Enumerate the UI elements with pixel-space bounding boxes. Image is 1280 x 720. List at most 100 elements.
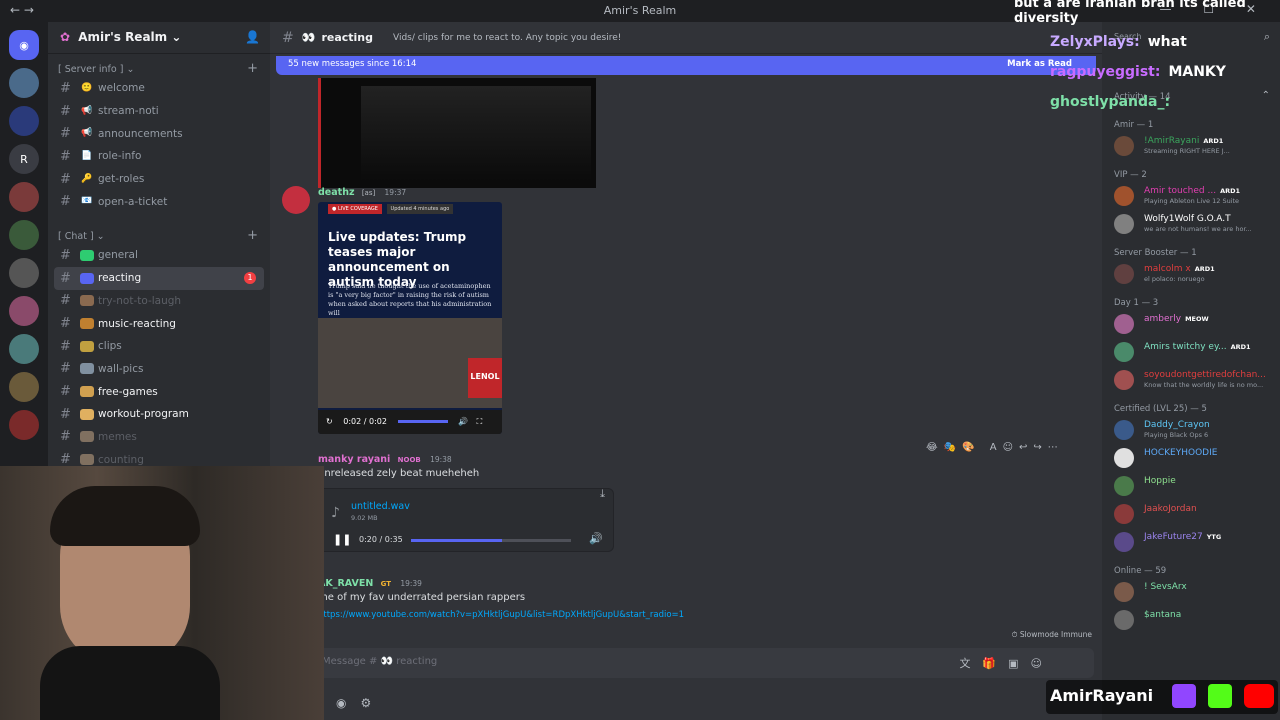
search-icon[interactable]: ⌕ — [1264, 30, 1270, 44]
server-icon[interactable] — [9, 296, 39, 326]
news-video-embed[interactable]: ● LIVE COVERAGE Updated 4 minutes ago Li… — [318, 202, 502, 434]
volume-icon[interactable]: 🔊 — [458, 417, 468, 426]
pause-icon[interactable]: ❚❚ — [333, 533, 351, 546]
member-item[interactable]: soyoudontgettiredofchan... Know that the … — [1114, 370, 1274, 392]
role-group-label: Day 1 — 3 — [1114, 298, 1159, 308]
channel-emoji-icon: 🙂 — [81, 82, 93, 93]
channel-reacting[interactable]: # reacting 1 — [54, 266, 264, 290]
video-progress[interactable] — [397, 420, 448, 423]
channel-label: open-a-ticket — [98, 195, 168, 208]
server-icon[interactable] — [9, 220, 39, 250]
avatar — [1114, 610, 1134, 630]
member-item[interactable]: HOCKEYHOODIE — [1114, 448, 1274, 470]
add-channel-icon[interactable]: + — [247, 61, 258, 76]
message-actions-toolbar[interactable]: 😂🎭🎨 A☺↩↪⋯ — [926, 442, 1086, 462]
member-item[interactable]: Wolfy1Wolf G.O.A.T we are not humans! we … — [1114, 214, 1274, 236]
member-item[interactable]: !AmirRayani ARD1 Streaming RIGHT HERE J... — [1114, 136, 1274, 158]
channel-stream-noti[interactable]: # 📢 stream-noti — [54, 100, 264, 123]
channel-free-games[interactable]: # free-games — [54, 380, 264, 403]
channel-general[interactable]: # general — [54, 244, 264, 267]
message-author[interactable]: manky rayani NOOB 19:38 — [318, 454, 452, 465]
category-server-info[interactable]: [ Server info ] ⌄ + — [48, 54, 270, 77]
server-icon[interactable] — [9, 68, 39, 98]
download-icon[interactable]: ⤓ — [600, 487, 605, 501]
channel-label: wall-pics — [98, 362, 144, 375]
member-item[interactable]: Hoppie — [1114, 476, 1274, 498]
server-icon[interactable] — [9, 258, 39, 288]
avatar — [1114, 264, 1134, 284]
channel-open-a-ticket[interactable]: # 📧 open-a-ticket — [54, 190, 264, 213]
channel-emoji-icon: 📄 — [81, 150, 93, 161]
server-icon[interactable] — [9, 410, 39, 440]
input-action-icons[interactable]: 文🎁▣☺ — [959, 655, 1054, 671]
chat-username: ghostlypanda_: — [1050, 94, 1171, 110]
message-input[interactable]: Message # 👀 reacting 文🎁▣☺ — [318, 648, 1094, 678]
brand-banner: AmirRayani — [1046, 680, 1278, 714]
hash-icon: # — [60, 148, 71, 164]
message-link[interactable]: https://www.youtube.com/watch?v=pXHktljG… — [318, 610, 684, 620]
bottom-bar-icons[interactable]: ◉⚙ — [336, 696, 385, 710]
role-group-label: Server Booster — 1 — [1114, 248, 1197, 258]
discord-home-icon[interactable]: ◉ — [9, 30, 39, 60]
channel-announcements[interactable]: # 📢 announcements — [54, 122, 264, 145]
channel-wall-pics[interactable]: # wall-pics — [54, 358, 264, 381]
message-author[interactable]: deathz [as] 19:37 — [318, 187, 406, 198]
channel-workout-program[interactable]: # workout-program — [54, 403, 264, 426]
member-item[interactable]: Amir touched ... ARD1 Playing Ableton Live… — [1114, 186, 1274, 208]
channel-emoji-icon — [80, 363, 94, 375]
member-item[interactable]: JakeFuture27 YTG — [1114, 532, 1274, 554]
eyes-emoji-icon: 👀 — [301, 31, 316, 44]
member-item[interactable]: $antana — [1114, 610, 1274, 632]
member-item[interactable]: Amirs twitchy ey... ARD1 — [1114, 342, 1274, 364]
audio-attachment[interactable]: ♪ untitled.wav 9.02 MB ⤓ ❚❚ 0:20 / 0:35 … — [318, 487, 614, 552]
server-icon[interactable] — [9, 334, 39, 364]
avatar[interactable] — [282, 186, 310, 214]
server-icon[interactable] — [9, 182, 39, 212]
channel-clips[interactable]: # clips — [54, 335, 264, 358]
member-item[interactable]: amberly MEOW — [1114, 314, 1274, 336]
member-item[interactable]: JaakoJordan — [1114, 504, 1274, 526]
server-icon-letter[interactable]: R — [9, 144, 39, 174]
replay-icon[interactable]: ↻ — [326, 417, 333, 426]
video-embed-previous[interactable] — [318, 78, 596, 188]
member-tag-badge: ARD1 — [1230, 343, 1251, 351]
stream-chat-line: ZelyxPlays: what — [1050, 34, 1187, 50]
server-header[interactable]: ✿ Amir's Realm ⌄ 👤 — [48, 22, 270, 54]
server-icon[interactable] — [9, 106, 39, 136]
message-author[interactable]: AK_RAVEN GT 19:39 — [318, 578, 422, 589]
channel-music-reacting[interactable]: # music-reacting — [54, 312, 264, 335]
channel-label: workout-program — [98, 408, 189, 421]
member-item[interactable]: ! SevsArx — [1114, 582, 1274, 604]
member-name: Hoppie — [1144, 476, 1176, 486]
member-item[interactable]: malcolm x ARD1 el polaco: noruego — [1114, 264, 1274, 286]
fullscreen-icon[interactable]: ⛶ — [477, 417, 483, 426]
channel-get-roles[interactable]: # 🔑 get-roles — [54, 168, 264, 191]
attachment-filename[interactable]: untitled.wav — [351, 501, 410, 512]
volume-icon[interactable]: 🔊 — [589, 532, 603, 545]
hash-icon: # — [60, 103, 71, 119]
webcam-overlay — [0, 466, 324, 720]
channel-welcome[interactable]: # 🙂 welcome — [54, 77, 264, 100]
channel-memes[interactable]: # memes — [54, 426, 264, 449]
category-chat[interactable]: [ Chat ] ⌄ + — [48, 221, 270, 244]
channel-label: counting — [98, 453, 144, 466]
hash-icon: # — [60, 384, 71, 400]
member-name: soyoudontgettiredofchan... — [1144, 370, 1266, 380]
add-channel-icon[interactable]: + — [247, 228, 258, 243]
member-item[interactable]: Daddy_Crayon Playing Black Ops 6 — [1114, 420, 1274, 442]
channel-label: try-not-to-laugh — [98, 294, 182, 307]
channel-try-not-to-laugh[interactable]: # try-not-to-laugh — [54, 290, 264, 313]
role-group-label: VIP — 2 — [1114, 170, 1147, 180]
new-messages-bar[interactable]: 55 new messages since 16:14 Mark as Read — [276, 56, 1096, 75]
role-group-label: Certified (LVL 25) — 5 — [1114, 404, 1207, 414]
add-member-icon[interactable]: 👤 — [245, 30, 260, 44]
server-icon[interactable] — [9, 372, 39, 402]
channel-label: stream-noti — [98, 105, 159, 118]
channel-role-info[interactable]: # 📄 role-info — [54, 145, 264, 168]
chevron-up-icon[interactable]: ⌃ — [1262, 90, 1270, 101]
channel-label: clips — [98, 340, 122, 353]
video-controls[interactable]: ↻ 0:02 / 0:02 🔊 ⛶ — [318, 410, 502, 434]
audio-progress-track[interactable] — [411, 539, 571, 542]
kick-icon — [1208, 684, 1232, 708]
channel-topic[interactable]: Vids/ clips for me to react to. Any topi… — [393, 33, 621, 43]
